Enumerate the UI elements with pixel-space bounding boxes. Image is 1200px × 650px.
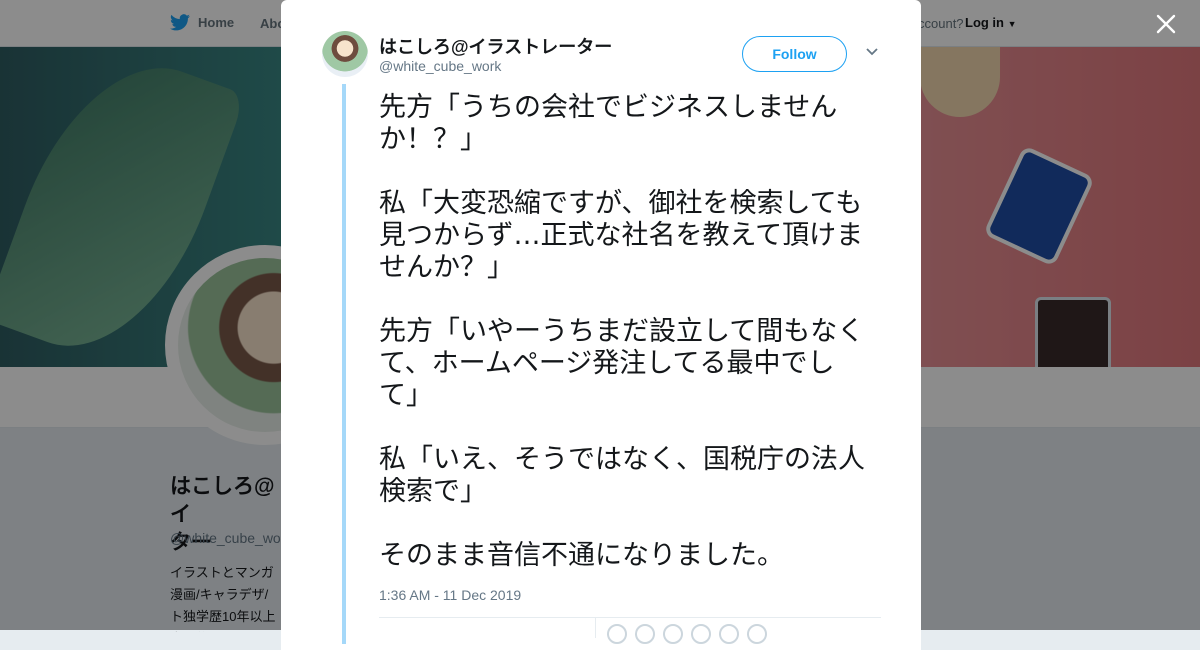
close-icon xyxy=(1156,14,1176,34)
tweet-timestamp[interactable]: 1:36 AM - 11 Dec 2019 xyxy=(379,587,521,603)
liker-avatar[interactable] xyxy=(607,624,627,644)
liker-avatars xyxy=(607,624,767,644)
tweet-menu-button[interactable] xyxy=(865,44,879,62)
author-display-name[interactable]: はこしろ@イラストレーター xyxy=(379,33,612,59)
stats-divider xyxy=(379,617,881,618)
follow-button[interactable]: Follow xyxy=(742,36,847,72)
liker-avatar[interactable] xyxy=(663,624,683,644)
stats-separator xyxy=(595,618,596,638)
liker-avatar[interactable] xyxy=(691,624,711,644)
chevron-down-icon xyxy=(866,48,878,56)
liker-avatar[interactable] xyxy=(747,624,767,644)
close-button[interactable] xyxy=(1152,10,1180,38)
liker-avatar[interactable] xyxy=(635,624,655,644)
author-screen-name[interactable]: @white_cube_work xyxy=(379,58,501,74)
author-avatar[interactable] xyxy=(322,31,368,77)
liker-avatar[interactable] xyxy=(719,624,739,644)
tweet-modal: はこしろ@イラストレーター @white_cube_work Follow 先方… xyxy=(281,0,921,650)
tweet-text: 先方「うちの会社でビジネスしません か！？」 私「大変恐縮ですが、御社を検索して… xyxy=(379,92,865,571)
thread-line xyxy=(342,84,346,644)
